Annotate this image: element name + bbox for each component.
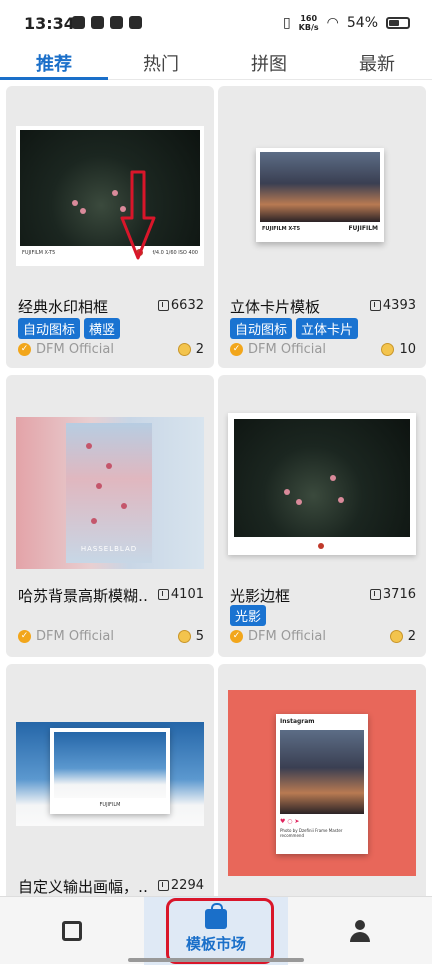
download-icon [157, 589, 169, 600]
template-title: 自定义输出画幅，… [18, 878, 148, 896]
verified-badge-icon: ✓ [230, 343, 243, 356]
download-icon [157, 300, 169, 311]
download-tray-icon [62, 921, 82, 941]
template-grid: FUJIFILM X-T5 f/4.0 1/60 ISO 400 经典水印相框 … [0, 84, 432, 896]
tab-collage[interactable]: 拼图 [229, 50, 309, 76]
coin-price: 2 [389, 629, 416, 644]
notification-icons [72, 16, 142, 29]
tag-light-shadow: 光影 [230, 605, 267, 626]
tab-recommended[interactable]: 推荐 [14, 50, 94, 76]
template-card[interactable]: FUJIFILM 自定义输出画幅，… 2294 [6, 664, 214, 896]
tab-bar: 推荐 热门 拼图 最新 [0, 44, 432, 80]
home-indicator [128, 958, 304, 962]
crown-icon [72, 16, 85, 29]
author: ✓ DFM Official [18, 629, 114, 644]
coin-price: 2 [177, 342, 204, 357]
coin-icon [177, 343, 191, 356]
message-icon [129, 16, 142, 29]
annotation-highlight-box [166, 898, 274, 964]
download-count: 4393 [369, 298, 416, 313]
download-icon [369, 589, 381, 600]
template-title: 光影边框 [230, 587, 291, 605]
person-icon [349, 920, 371, 942]
coin-price: 10 [381, 342, 416, 357]
download-count: 2294 [157, 878, 204, 893]
download-icon [369, 300, 381, 311]
template-thumbnail: Instagram ♥ ○ ➤ Photo by Dzefinii Frame … [228, 690, 416, 876]
author: ✓ DFM Official [18, 342, 114, 357]
template-card[interactable]: Instagram ♥ ○ ➤ Photo by Dzefinii Frame … [218, 664, 426, 896]
verified-badge-icon: ✓ [230, 630, 243, 643]
tab-latest[interactable]: 最新 [337, 50, 417, 76]
download-count: 4101 [157, 587, 204, 602]
coin-price: 5 [177, 629, 204, 644]
battery-icon [386, 17, 410, 29]
status-bar: 13:34 ▯ 160 KB/s ◠ 54% [0, 0, 432, 44]
tag-orientation: 横竖 [84, 318, 121, 339]
coin-icon [389, 630, 403, 643]
clock: 13:34 [24, 14, 75, 33]
tag-list: 自动图标 立体卡片 [230, 318, 359, 339]
tag-3d-card: 立体卡片 [296, 318, 359, 339]
app-icon [91, 16, 104, 29]
template-title: 经典水印相框 [18, 298, 109, 316]
template-thumbnail: FUJIFILM X-T5 f/4.0 1/60 ISO 400 [16, 126, 204, 266]
tab-indicator [0, 77, 108, 80]
nav-profile[interactable] [288, 897, 432, 965]
net-speed: 160 KB/s [298, 14, 319, 32]
battery-text: 54% [346, 15, 378, 31]
template-thumbnail: HASSELBLAD [16, 417, 204, 569]
tag-list: 自动图标 横竖 [18, 318, 121, 339]
coin-icon [381, 343, 395, 356]
download-count: 6632 [157, 298, 204, 313]
download-count: 3716 [369, 587, 416, 602]
template-card[interactable]: FUJIFILM X-T5 FUJIFILM 立体卡片模板 4393 自动图标 … [218, 86, 426, 368]
author: ✓ DFM Official [230, 629, 326, 644]
tag-auto-icon: 自动图标 [18, 318, 81, 339]
download-icon [157, 880, 169, 891]
nav-downloads[interactable] [0, 897, 144, 965]
template-card[interactable]: HASSELBLAD 哈苏背景高斯模糊… 4101 ✓ DFM Official … [6, 375, 214, 657]
verified-badge-icon: ✓ [18, 343, 31, 356]
template-thumbnail: FUJIFILM [16, 722, 204, 826]
tag-auto-icon: 自动图标 [230, 318, 293, 339]
template-title: 哈苏背景高斯模糊… [18, 587, 148, 605]
annotation-arrow [120, 170, 156, 260]
verified-badge-icon: ✓ [18, 630, 31, 643]
template-thumbnail: FUJIFILM X-T5 FUJIFILM [256, 148, 384, 242]
template-thumbnail [228, 413, 416, 555]
template-card[interactable]: FUJIFILM X-T5 f/4.0 1/60 ISO 400 经典水印相框 … [6, 86, 214, 368]
tab-popular[interactable]: 热门 [121, 50, 201, 76]
author: ✓ DFM Official [230, 342, 326, 357]
play-icon [110, 16, 123, 29]
coin-icon [177, 630, 191, 643]
tag-list: 光影 [230, 605, 267, 626]
vibrate-icon: ▯ [282, 15, 291, 31]
template-card[interactable]: 光影边框 3716 光影 ✓ DFM Official 2 [218, 375, 426, 657]
template-title: 立体卡片模板 [230, 298, 321, 316]
wifi-icon: ◠ [326, 15, 339, 31]
